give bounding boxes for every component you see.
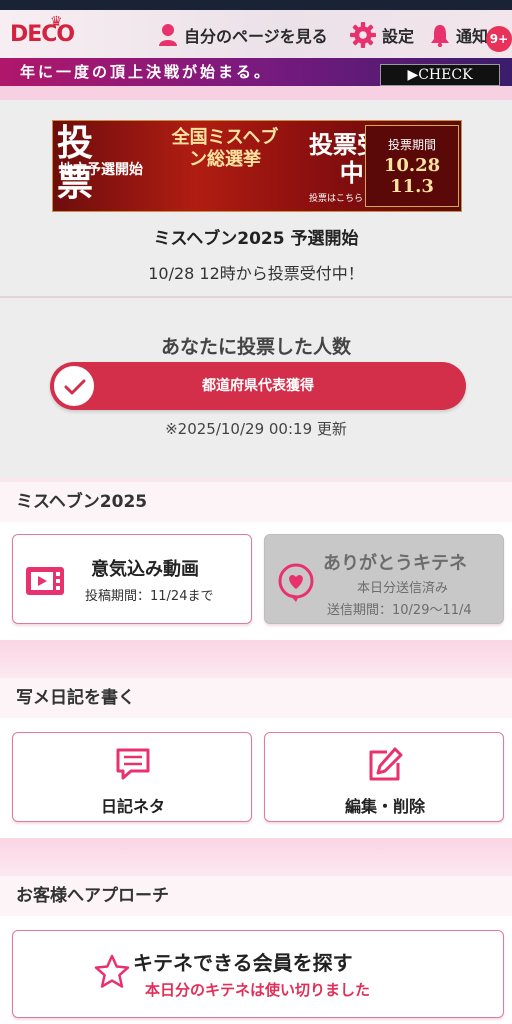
vote-heading: あなたに投票した人数 [160, 336, 351, 358]
diary-section: 日記ネタ 編集・削除 [0, 718, 512, 838]
approach-section: キテネできる会員を探す 本日分のキテネは使い切りました [0, 916, 512, 1024]
video-card[interactable]: 意気込み動画 投稿期間：11/24まで [12, 534, 252, 624]
diary-topics-card[interactable]: 日記ネタ [12, 732, 252, 822]
edit-icon [369, 747, 403, 781]
promo-title: ミスヘブン2025 予選開始 [153, 229, 359, 249]
promo-description: 10/28 12時から投票受付中！ [148, 264, 364, 283]
speech-bubble-icon [116, 748, 150, 780]
bell-icon [431, 25, 449, 47]
person-icon [159, 24, 177, 46]
thanks-card-period: 送信期間：10/29〜11/4 [327, 603, 472, 618]
notification-badge: 9+ [486, 26, 512, 52]
status-strip [0, 0, 512, 10]
video-card-period: 投稿期間：11/24まで [85, 589, 214, 604]
heart-bubble-icon [278, 563, 314, 602]
crown-icon: ♛ [50, 14, 63, 30]
section-title-missheaven: ミスヘブン2025 [0, 482, 512, 522]
settings-label: 設定 [382, 27, 415, 46]
period-end: 11.3 [390, 176, 434, 197]
promo-period-box: 投票期間 10.28 11.3 [365, 125, 459, 207]
vote-updated-time: ※2025/10/29 00:19 更新 [165, 420, 347, 438]
vote-status-bar[interactable]: 都道府県代表獲得 [50, 362, 466, 410]
notify-label: 通知 [456, 27, 489, 46]
app-header: DECO ♛ 自分のページを見る 設定 通知 9+ [0, 10, 512, 58]
thanks-card-status: 本日分送信済み [357, 581, 449, 596]
member-search-label: キテネできる会員を探す [133, 951, 353, 975]
video-icon [26, 567, 64, 595]
event-banner-text: 年に一度の頂上決戦が始まる。 [20, 63, 273, 81]
vote-panel: あなたに投票した人数 都道府県代表獲得 ※2025/10/29 00:19 更新 [0, 300, 512, 478]
gear-icon [350, 22, 376, 48]
event-banner-strip[interactable]: 年に一度の頂上決戦が始まる。 ▶CHECK [0, 58, 512, 86]
diary-edit-card[interactable]: 編集・削除 [264, 732, 504, 822]
notify-link[interactable]: 通知 [430, 20, 488, 50]
thanks-card-title: ありがとうキテネ [323, 553, 467, 574]
diary-topics-label: 日記ネタ [100, 797, 165, 816]
settings-link[interactable]: 設定 [350, 20, 414, 50]
section-gap [0, 640, 512, 678]
missheaven-section: 意気込み動画 投稿期間：11/24まで ありがとうキテネ 本日分送信済み 送信期… [0, 522, 512, 640]
vote-status-label: 都道府県代表獲得 [202, 378, 314, 394]
promo-vote-small: 投票はこちら [309, 194, 364, 204]
thanks-card[interactable]: ありがとうキテネ 本日分送信済み 送信期間：10/29〜11/4 [264, 534, 504, 624]
promo-banner-image[interactable]: 投票 地方予選開始 全国ミスヘブン総選挙 投票受付中! 投票はこちら 投票期間 … [52, 120, 462, 212]
deco-logo[interactable]: DECO [10, 22, 75, 47]
star-icon [94, 954, 130, 988]
period-title: 投票期間 [387, 138, 436, 152]
section-gap [0, 838, 512, 876]
mypage-link[interactable]: 自分のページを見る [158, 20, 328, 50]
section-title-approach: お客様へアプローチ [0, 876, 512, 916]
mypage-label: 自分のページを見る [184, 27, 328, 46]
member-search-note: 本日分のキテネは使い切りました [145, 981, 371, 999]
member-search-card[interactable]: キテネできる会員を探す 本日分のキテネは使い切りました [12, 930, 504, 1018]
check-button[interactable]: ▶CHECK [380, 64, 500, 86]
promo-sub-text: 地方予選開始 [59, 162, 143, 178]
period-start: 10.28 [383, 155, 441, 176]
diary-edit-label: 編集・削除 [344, 797, 425, 816]
section-title-diary: 写メ日記を書く [0, 678, 512, 718]
promo-panel: 投票 地方予選開始 全国ミスヘブン総選挙 投票受付中! 投票はこちら 投票期間 … [0, 100, 512, 298]
promo-center-text: 全国ミスヘブン総選挙 [171, 127, 279, 170]
divider-bar [0, 86, 512, 100]
video-card-title: 意気込み動画 [91, 559, 199, 580]
